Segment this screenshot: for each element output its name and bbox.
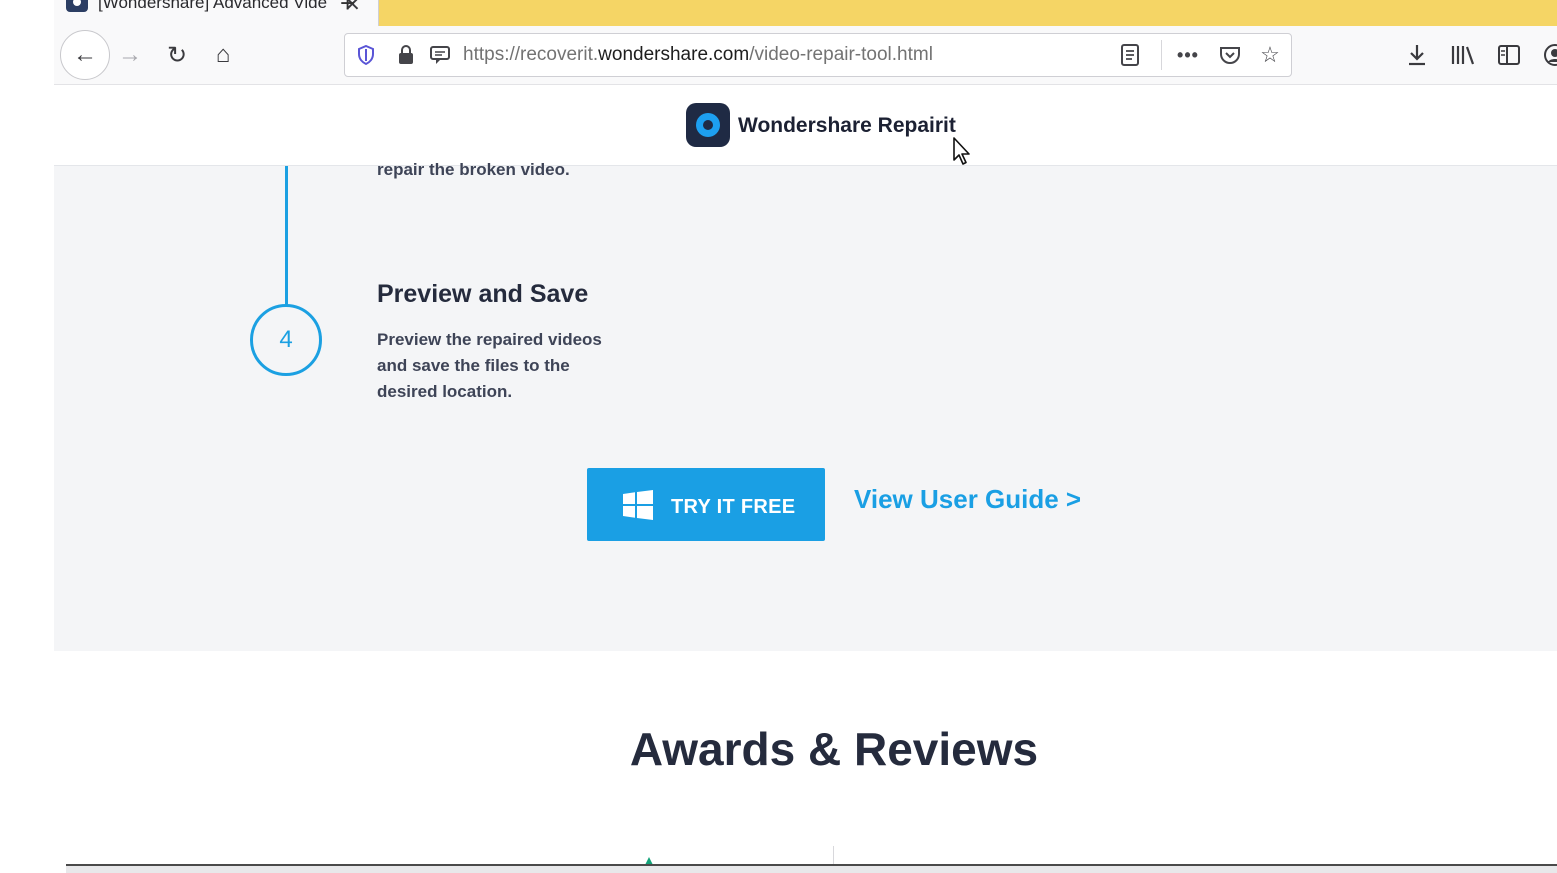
new-tab-button[interactable]: + (340, 0, 355, 19)
forward-button[interactable]: → (109, 34, 151, 76)
mouse-cursor-icon (953, 137, 970, 165)
navigation-toolbar: ← → ↻ ⌂ https://recoverit.wondershare.co… (54, 26, 1557, 85)
view-user-guide-link[interactable]: View User Guide > (854, 484, 1081, 515)
page-actions-more-icon[interactable]: ••• (1175, 42, 1201, 68)
try-it-free-button[interactable]: TRY IT FREE (587, 468, 825, 541)
browser-tab[interactable]: [Wondershare] Advanced Vide ✕ (54, 0, 379, 26)
url-domain: wondershare.com (598, 44, 750, 65)
arrow-right-icon: → (118, 41, 142, 68)
permissions-icon[interactable] (427, 42, 453, 68)
reload-button[interactable]: ↻ (156, 34, 198, 76)
tab-title: [Wondershare] Advanced Vide (98, 0, 328, 12)
reload-icon: ↻ (166, 41, 188, 69)
brand-name[interactable]: Wondershare Repairit (738, 114, 956, 138)
bottom-strip (66, 864, 1557, 873)
step-number-badge: 4 (250, 304, 322, 376)
url-prefix: https://recoverit. (463, 44, 599, 65)
step-title: Preview and Save (377, 280, 589, 308)
account-icon[interactable] (1534, 34, 1557, 76)
url-text[interactable]: https://recoverit.wondershare.com/video-… (463, 44, 933, 66)
downloads-icon[interactable] (1396, 34, 1438, 76)
url-bar[interactable]: https://recoverit.wondershare.com/video-… (344, 33, 1292, 77)
library-icon[interactable] (1442, 34, 1484, 76)
windows-icon (623, 490, 653, 520)
arrow-left-icon: ← (73, 41, 97, 68)
steps-section: 4 repair the broken video. Preview and S… (54, 160, 1557, 651)
lock-icon[interactable] (393, 42, 419, 68)
url-bar-divider (1161, 40, 1162, 70)
repairit-logo-icon[interactable] (686, 103, 730, 147)
url-path: /video-repair-tool.html (749, 44, 933, 65)
award-divider (833, 846, 834, 864)
pocket-icon[interactable] (1217, 42, 1243, 68)
timeline-connector (285, 166, 288, 306)
reader-view-icon[interactable] (1117, 42, 1143, 68)
try-it-free-label: TRY IT FREE (671, 496, 796, 518)
home-button[interactable]: ⌂ (202, 34, 244, 76)
tab-favicon-icon (66, 0, 88, 12)
back-button[interactable]: ← (60, 30, 110, 80)
site-header: Wondershare Repairit (54, 85, 1557, 166)
bookmark-star-icon[interactable]: ☆ (1257, 42, 1283, 68)
home-icon: ⌂ (215, 41, 231, 68)
sidebar-toggle-icon[interactable] (1488, 34, 1530, 76)
previous-step-description: repair the broken video. (377, 160, 570, 179)
step-description: Preview the repaired videos and save the… (377, 330, 602, 401)
awards-heading: Awards & Reviews (629, 723, 1039, 775)
tracking-shield-icon[interactable] (353, 42, 379, 68)
